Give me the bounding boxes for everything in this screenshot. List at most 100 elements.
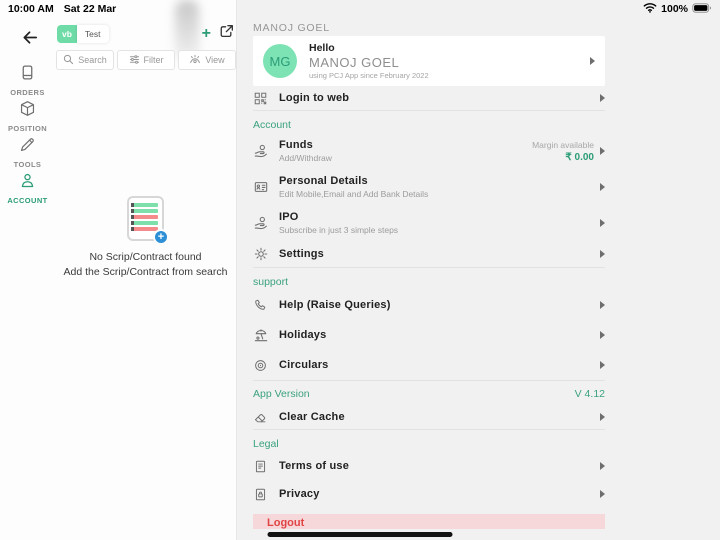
empty-state: + No Scrip/Contract found Add the Scrip/…: [55, 196, 236, 278]
nav-label-tools: TOOLS: [14, 160, 42, 169]
settings-row[interactable]: Settings: [253, 241, 605, 267]
settings-label: Settings: [279, 248, 324, 260]
logout-label: Logout: [267, 517, 304, 529]
clear-cache-label: Clear Cache: [279, 411, 345, 423]
view-label: View: [205, 55, 224, 65]
section-legal: Legal: [253, 436, 605, 452]
avatar: MG: [263, 44, 297, 78]
position-icon: [19, 100, 36, 122]
export-icon[interactable]: [219, 24, 234, 44]
nav-item-orders[interactable]: ORDERS: [0, 64, 55, 96]
filter-icon: [129, 54, 140, 67]
section-account: Account: [253, 117, 605, 133]
status-time: 10:00 AM: [8, 3, 54, 15]
filter-label: Filter: [144, 55, 164, 65]
status-bar: 10:00 AM Sat 22 Mar 100%: [0, 0, 720, 18]
beach-umbrella-icon: [253, 328, 268, 342]
chevron-right-icon: [600, 94, 605, 102]
account-icon: [19, 172, 36, 194]
scrip-list-icon: +: [127, 196, 164, 241]
search-icon: [63, 54, 74, 67]
funds-row[interactable]: Funds Add/Withdraw Margin available ₹ 0.…: [253, 133, 605, 169]
terms-label: Terms of use: [279, 460, 349, 472]
add-scrip-icon[interactable]: +: [153, 229, 169, 245]
funds-title: Funds: [279, 139, 332, 151]
disc-icon: [253, 359, 268, 372]
app-screen: 10:00 AM Sat 22 Mar 100%: [0, 0, 720, 540]
document-icon: [253, 460, 268, 473]
chevron-right-icon: [600, 331, 605, 339]
orders-icon: [19, 64, 36, 86]
profile-name: MANOJ GOEL: [309, 55, 429, 70]
chevron-right-icon: [600, 219, 605, 227]
account-panel: MANOJ GOEL MG Hello MANOJ GOEL using PCJ…: [236, 0, 720, 540]
app-version-value: V 4.12: [575, 388, 605, 400]
section-support: support: [253, 274, 605, 290]
back-button[interactable]: [18, 25, 42, 49]
watchlist-tab-badge[interactable]: vb: [57, 25, 77, 43]
ipo-subtitle: Subscribe in just 3 simple steps: [279, 225, 398, 235]
margin-available-label: Margin available: [532, 140, 594, 150]
app-version-row: App Version V 4.12: [253, 383, 605, 405]
ipo-row[interactable]: IPO Subscribe in just 3 simple steps: [253, 205, 605, 241]
circulars-row[interactable]: Circulars: [253, 350, 605, 380]
chevron-right-icon: [600, 462, 605, 470]
login-to-web-row[interactable]: Login to web: [253, 86, 605, 110]
filter-button[interactable]: Filter: [117, 50, 175, 70]
watchlist-tab[interactable]: Test: [77, 25, 109, 43]
privacy-lock-icon: [253, 488, 268, 501]
logout-button[interactable]: Logout: [253, 514, 605, 529]
holidays-label: Holidays: [279, 329, 326, 341]
chevron-right-icon: [600, 147, 605, 155]
circulars-label: Circulars: [279, 359, 329, 371]
chevron-right-icon: [600, 413, 605, 421]
home-indicator[interactable]: [268, 532, 453, 537]
chevron-right-icon: [600, 490, 605, 498]
personal-details-subtitle: Edit Mobile,Email and Add Bank Details: [279, 189, 428, 199]
holidays-row[interactable]: Holidays: [253, 320, 605, 350]
help-row[interactable]: Help (Raise Queries): [253, 290, 605, 320]
watchlist-panel: vb Test + Search: [55, 18, 236, 540]
clear-cache-row[interactable]: Clear Cache: [253, 405, 605, 429]
watchlist-tabs: vb Test +: [57, 23, 234, 45]
nav-label-position: POSITION: [8, 124, 47, 133]
chevron-right-icon: [600, 250, 605, 258]
personal-details-row[interactable]: Personal Details Edit Mobile,Email and A…: [253, 169, 605, 205]
empty-subtitle: Add the Scrip/Contract from search: [55, 266, 236, 278]
gear-icon: [253, 247, 268, 261]
nav-item-position[interactable]: POSITION: [0, 100, 55, 132]
wifi-icon: [643, 2, 657, 16]
personal-details-title: Personal Details: [279, 175, 428, 187]
hand-coin-icon: [253, 144, 268, 158]
margin-available-value: ₹ 0.00: [532, 152, 594, 163]
watchlist-toolbar: Search Filter View: [56, 50, 236, 70]
nav-label-orders: ORDERS: [10, 88, 45, 97]
status-date: Sat 22 Mar: [64, 3, 117, 15]
view-icon: [189, 54, 201, 67]
qr-code-icon: [253, 92, 268, 105]
nav-label-account: ACCOUNT: [7, 196, 47, 205]
profile-card[interactable]: MG Hello MANOJ GOEL using PCJ App since …: [253, 36, 605, 86]
search-label: Search: [78, 55, 107, 65]
privacy-row[interactable]: Privacy: [253, 480, 605, 508]
search-button[interactable]: Search: [56, 50, 114, 70]
add-watchlist-button[interactable]: +: [202, 27, 211, 41]
app-version-label: App Version: [253, 388, 310, 400]
chevron-right-icon: [590, 57, 595, 65]
nav-item-account[interactable]: ACCOUNT: [0, 172, 55, 204]
view-button[interactable]: View: [178, 50, 236, 70]
terms-row[interactable]: Terms of use: [253, 452, 605, 480]
help-label: Help (Raise Queries): [279, 299, 391, 311]
ipo-title: IPO: [279, 211, 398, 223]
nav-item-tools[interactable]: TOOLS: [0, 136, 55, 168]
profile-since: using PCJ App since February 2022: [309, 71, 429, 80]
id-card-icon: [253, 180, 268, 194]
phone-icon: [253, 299, 268, 312]
privacy-label: Privacy: [279, 488, 320, 500]
login-to-web-label: Login to web: [279, 92, 349, 104]
profile-greeting: Hello: [309, 42, 429, 54]
nav-rail: ORDERS POSITION TOOLS A: [0, 18, 55, 540]
eraser-icon: [253, 411, 268, 424]
battery-percent: 100%: [661, 3, 688, 15]
battery-icon: [692, 3, 712, 16]
